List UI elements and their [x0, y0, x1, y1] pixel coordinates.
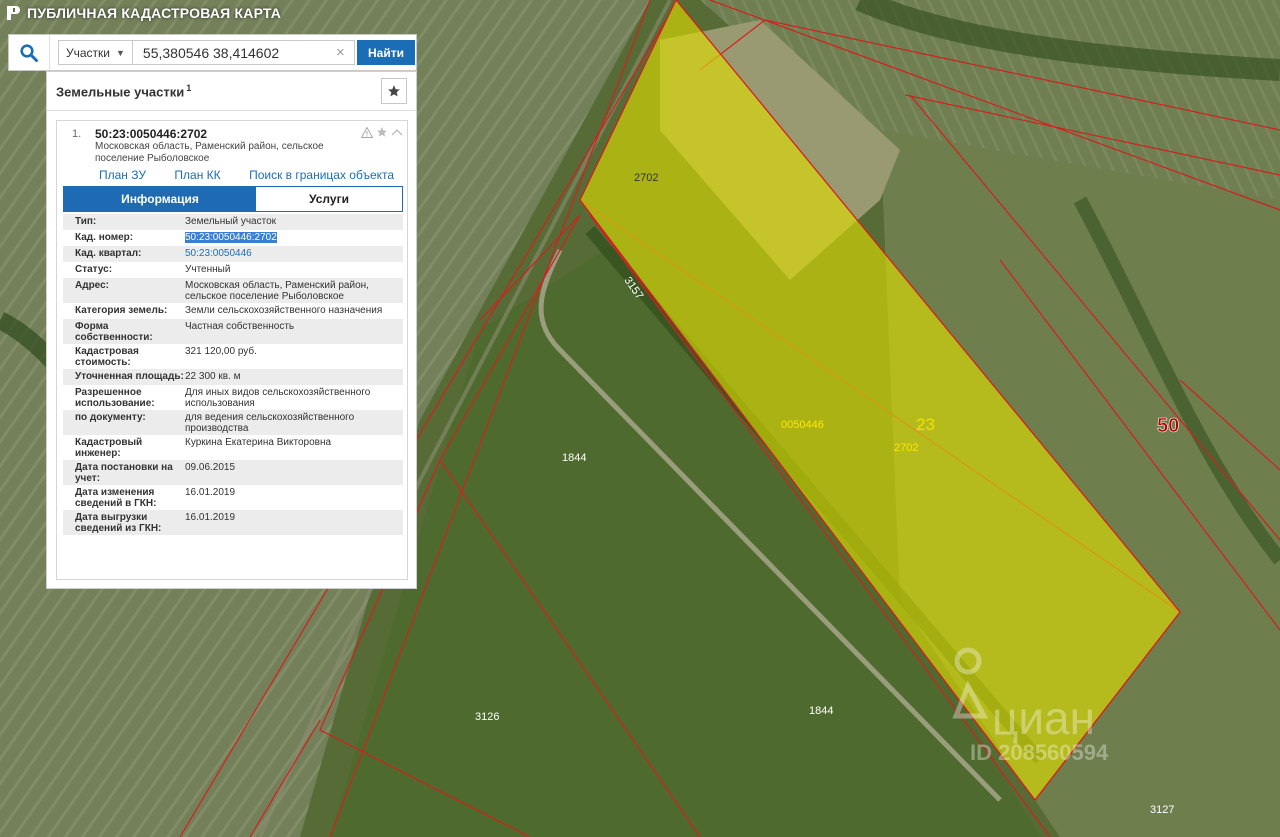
map-label-quarter: 0050446 [781, 419, 824, 431]
star-icon [388, 85, 400, 97]
star-outline-icon[interactable] [376, 126, 388, 138]
info-row-quarter: Кад. квартал: 50:23:0050446 [63, 246, 403, 262]
map-label-region: 50 [1157, 415, 1179, 437]
info-key: Дата постановки на учет: [75, 462, 173, 484]
info-key: Кадастровый инженер: [75, 437, 143, 459]
info-value: Частная собственность [185, 321, 295, 332]
info-value: Учтенный [185, 264, 231, 275]
info-row-land-category: Категория земель: Земли сельскохозяйстве… [63, 303, 403, 319]
info-row-engineer: Кадастровый инженер: Куркина Екатерина В… [63, 435, 403, 460]
search-icon[interactable] [9, 35, 50, 70]
info-value: для ведения сельскохозяйственного произв… [185, 412, 355, 434]
info-key: Кад. квартал: [75, 248, 142, 259]
object-type-select[interactable]: Участки ▼ [58, 40, 133, 65]
map-label-3127: 3127 [1150, 804, 1174, 816]
info-table: Тип: Земельный участок Кад. номер: 50:23… [63, 214, 403, 535]
info-key: Уточненная площадь: [75, 371, 184, 382]
map-label-1844-a: 1844 [562, 452, 586, 464]
info-row-type: Тип: Земельный участок [63, 214, 403, 230]
map-label-3126: 3126 [475, 711, 499, 723]
info-row-cadastral-value: Кадастровая стоимость: 321 120,00 руб. [63, 344, 403, 369]
info-key: Разрешенное использование: [75, 387, 155, 409]
result-tabs: Информация Услуги [63, 186, 403, 212]
info-row-permitted-use: Разрешенное использование: Для иных видо… [63, 385, 403, 410]
info-value[interactable]: 50:23:0050446:2702 [185, 231, 403, 245]
info-value: 22 300 кв. м [185, 371, 241, 382]
info-value: Земли сельскохозяйственного назначения [185, 305, 383, 316]
info-key: по документу: [75, 412, 146, 423]
chevron-down-icon: ▼ [116, 47, 125, 58]
map-label-2702-top: 2702 [634, 172, 658, 184]
info-key: Адрес: [75, 280, 109, 291]
search-input[interactable] [132, 40, 355, 65]
info-value: 09.06.2015 [185, 462, 236, 473]
card-tools [361, 126, 403, 138]
info-value: Куркина Екатерина Викторовна [185, 437, 332, 448]
info-key: Дата изменения сведений в ГКН: [75, 487, 157, 509]
app-title: ПУБЛИЧНАЯ КАДАСТРОВАЯ КАРТА [27, 5, 282, 21]
result-card: 1. 50:23:0050446:2702 Московская область… [56, 120, 408, 580]
info-value: Для иных видов сельскохозяйственного исп… [185, 387, 371, 409]
tab-services[interactable]: Услуги [256, 187, 402, 211]
info-row-by-document: по документу: для ведения сельскохозяйст… [63, 410, 403, 435]
info-key: Кад. номер: [75, 232, 134, 243]
map-label-2702-center: 2702 [894, 442, 918, 454]
info-value: 16.01.2019 [185, 512, 236, 523]
panel-title: Земельные участки 1 [56, 83, 191, 99]
search-button[interactable]: Найти [357, 40, 415, 65]
results-count: 1 [186, 83, 192, 93]
info-row-change-date: Дата изменения сведений в ГКН: 16.01.201… [63, 485, 403, 510]
info-row-cad-number: Кад. номер: 50:23:0050446:2702 [63, 230, 403, 246]
clear-icon[interactable]: × [336, 44, 345, 61]
search-bar: Участки ▼ × Найти [8, 34, 417, 71]
info-key: Форма собственности: [75, 321, 153, 343]
info-row-export-date: Дата выгрузки сведений из ГКН: 16.01.201… [63, 510, 403, 535]
object-type-label: Участки [66, 45, 110, 60]
result-cad-number[interactable]: 50:23:0050446:2702 [95, 127, 207, 141]
watermark-brand: циан [992, 692, 1095, 744]
watermark-id: ID 208560594 [970, 740, 1109, 765]
panel-header: Земельные участки 1 [47, 72, 416, 111]
info-key: Кадастровая стоимость: [75, 346, 139, 368]
results-panel: Земельные участки 1 1. 50:23:0050446:2702… [46, 71, 417, 589]
info-value: Московская область, Раменский район, сел… [185, 280, 369, 302]
quarter-link[interactable]: 50:23:0050446 [185, 247, 403, 261]
result-index: 1. [72, 128, 82, 140]
info-key: Тип: [75, 216, 97, 227]
info-row-address: Адрес: Московская область, Раменский рай… [63, 278, 403, 303]
info-value: 16.01.2019 [185, 487, 236, 498]
panel-title-text: Земельные участки [56, 84, 185, 100]
info-value: Земельный участок [185, 216, 277, 227]
info-row-status: Статус: Учтенный [63, 262, 403, 278]
result-address: Московская область, Раменский район, сел… [95, 141, 324, 164]
selected-cad-number[interactable]: 50:23:0050446:2702 [185, 232, 277, 243]
app-logo-icon [7, 6, 20, 20]
info-key: Статус: [75, 264, 113, 275]
info-row-area: Уточненная площадь: 22 300 кв. м [63, 369, 403, 385]
info-row-registration-date: Дата постановки на учет: 09.06.2015 [63, 460, 403, 485]
info-key: Категория земель: [75, 305, 168, 316]
favorites-button[interactable] [381, 78, 407, 104]
app-header: ПУБЛИЧНАЯ КАДАСТРОВАЯ КАРТА [0, 0, 426, 26]
warning-icon[interactable] [361, 126, 373, 138]
info-key: Дата выгрузки сведений из ГКН: [75, 512, 162, 534]
info-row-ownership: Форма собственности: Частная собственнос… [63, 319, 403, 344]
chevron-up-icon[interactable] [391, 127, 403, 137]
map-label-district: 23 [916, 415, 935, 434]
tab-information[interactable]: Информация [64, 187, 256, 211]
info-value: 321 120,00 руб. [185, 346, 257, 357]
map-label-1844-b: 1844 [809, 705, 833, 717]
